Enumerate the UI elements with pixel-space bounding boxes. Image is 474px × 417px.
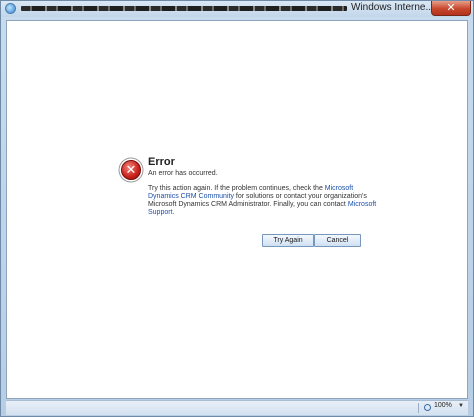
try-again-button[interactable]: Try Again — [262, 234, 314, 247]
status-divider — [418, 403, 419, 413]
redacted-url — [21, 6, 347, 11]
cancel-button[interactable]: Cancel — [314, 234, 361, 247]
error-icon: ✕ — [121, 160, 141, 180]
zoom-icon[interactable] — [424, 404, 431, 411]
window-title: Windows Interne... — [351, 2, 434, 13]
error-title: Error — [148, 156, 175, 168]
chevron-down-icon[interactable]: ▼ — [458, 403, 464, 409]
ie-icon — [5, 3, 16, 14]
zoom-level[interactable]: 100% — [434, 402, 452, 409]
message-text: . — [172, 209, 175, 216]
page-content: ✕ Error An error has occurred. Try this … — [6, 20, 468, 399]
message-text: Try this action again. If the problem co… — [148, 185, 325, 192]
browser-window: Windows Interne... ✕ ✕ Error An error ha… — [0, 0, 474, 417]
status-bar: 100% ▼ — [6, 400, 468, 415]
close-button[interactable]: ✕ — [431, 1, 471, 16]
title-bar[interactable]: Windows Interne... ✕ — [1, 1, 473, 17]
error-subtitle: An error has occurred. — [148, 170, 218, 177]
error-message: Try this action again. If the problem co… — [148, 185, 378, 217]
